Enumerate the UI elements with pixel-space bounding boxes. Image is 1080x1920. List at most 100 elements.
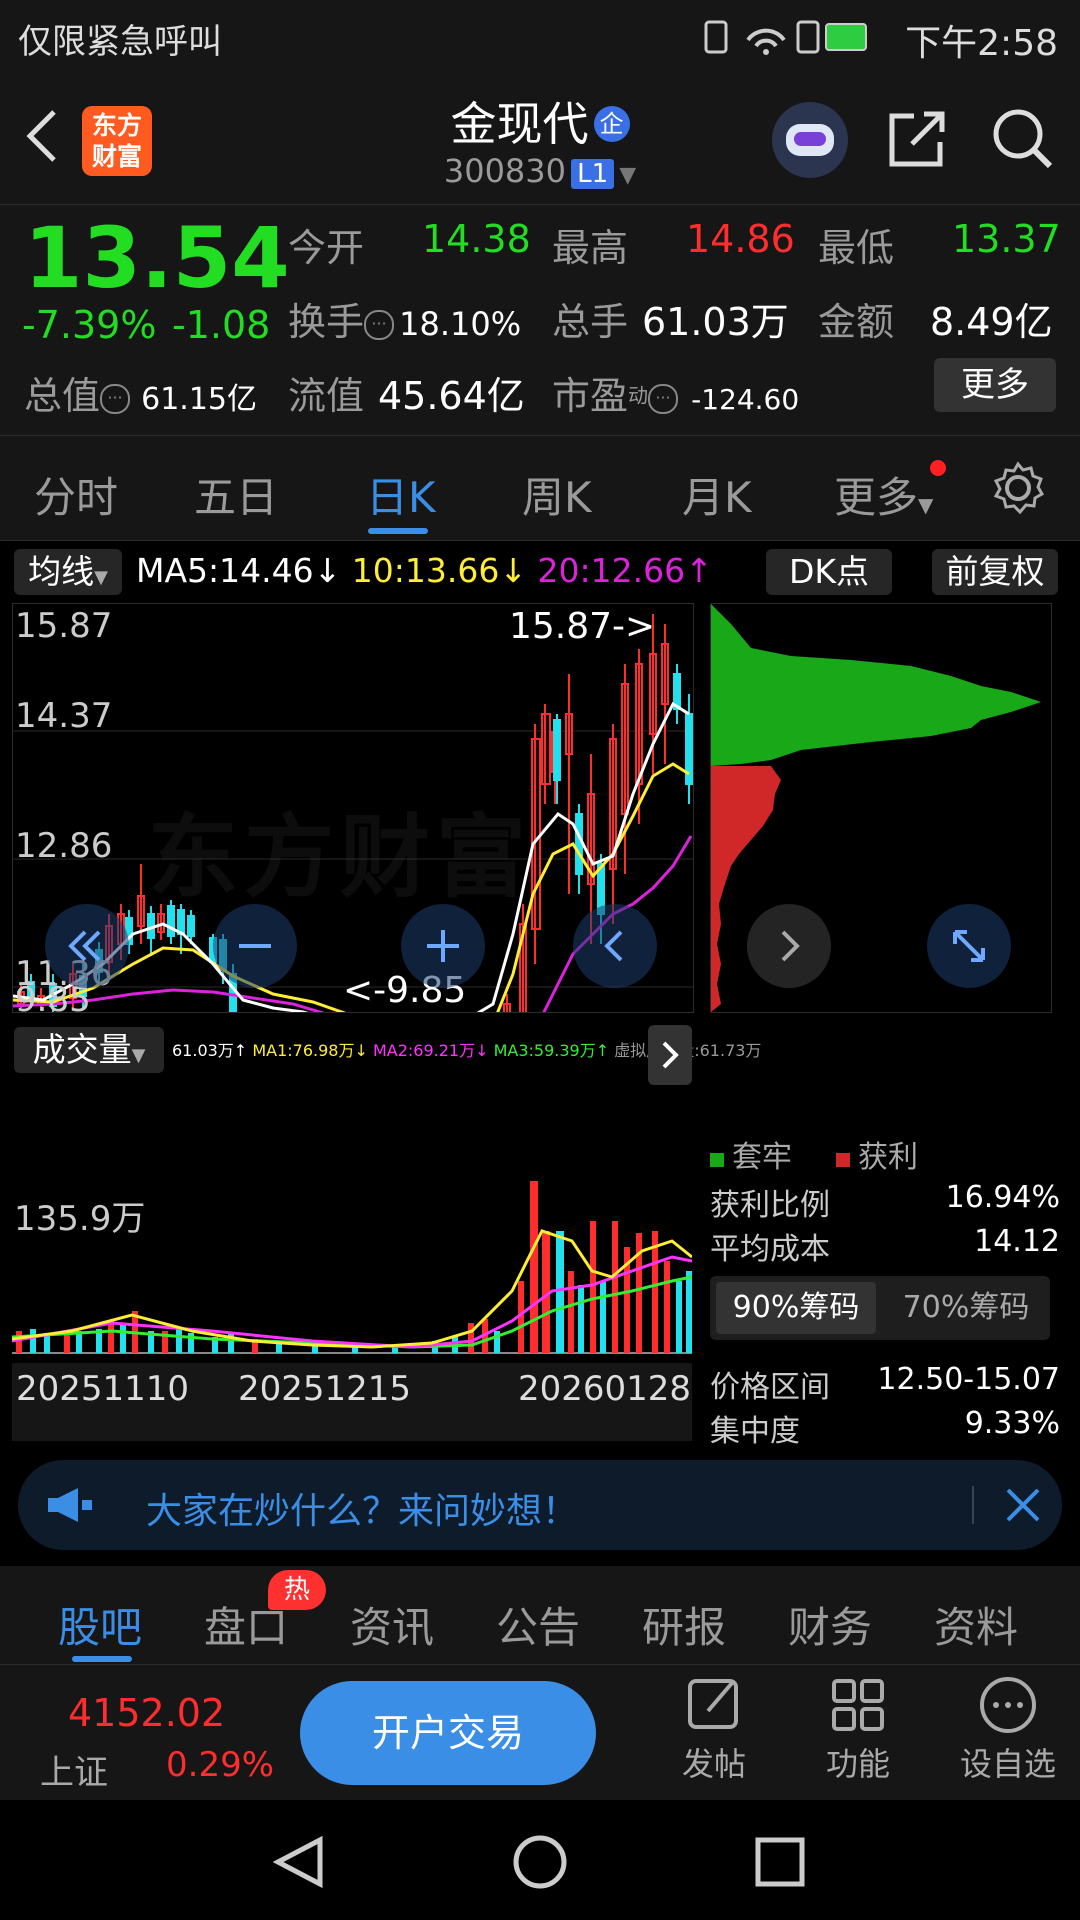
stock-name: 金现代 [450, 97, 589, 151]
pe-label: 市盈 [552, 374, 629, 418]
ma10-label: 10:13.66↓ [351, 551, 528, 590]
zoom-out-button[interactable] [213, 904, 297, 988]
index-value[interactable]: 4152.02 [68, 1691, 225, 1735]
plus-icon [427, 930, 459, 962]
volume-indicator-select[interactable]: 成交量▼ [14, 1027, 164, 1073]
tab-intraday[interactable]: 分时 [34, 464, 118, 525]
tab-monthly-k[interactable]: 月K [682, 464, 752, 525]
y-label-2: 14.37 [15, 696, 113, 736]
chip-info: 套牢 获利 获利比例 16.94% 平均成本 14.12 90%筹码 70%筹码… [710, 1128, 1060, 1458]
status-bar: 仅限紧急呼叫 下午2:58 [0, 0, 1080, 74]
level-dropdown-icon[interactable]: ▼ [619, 163, 636, 188]
index-pct[interactable]: 0.29% [166, 1745, 274, 1785]
ma-select[interactable]: 均线▼ [14, 549, 122, 595]
ma5-label: MA5:14.46↓ [136, 551, 342, 590]
tab-profile[interactable]: 资料 [934, 1594, 1018, 1655]
tab-news[interactable]: 资讯 [350, 1594, 434, 1655]
tab-more[interactable]: 更多▼ [834, 464, 933, 525]
index-name[interactable]: 上证 [40, 1745, 108, 1794]
search-icon[interactable] [988, 104, 1056, 172]
info-icon[interactable]: ··· [100, 384, 131, 414]
stock-code: 300830 [443, 152, 566, 190]
fq-button[interactable]: 前复权 [932, 549, 1058, 595]
chip-tabs: 90%筹码 70%筹码 [710, 1276, 1050, 1340]
content-tabs: 股吧 盘口 热 资讯 公告 研报 财务 资料 [0, 1566, 1080, 1664]
recents-square-icon[interactable] [752, 1834, 808, 1890]
close-icon[interactable] [1002, 1484, 1044, 1526]
expand-icon [953, 930, 985, 962]
back-triangle-icon[interactable] [270, 1834, 330, 1890]
zoom-in-button[interactable] [401, 904, 485, 988]
add-watchlist-label: 设自选 [959, 1745, 1056, 1783]
turnover-value: 18.10% [399, 305, 522, 343]
hot-badge: 热 [268, 1570, 326, 1610]
ma-legend: MA5:14.46↓ 10:13.66↓ 20:12.66↑ [136, 551, 713, 590]
price-range-value: 12.50-15.07 [877, 1362, 1060, 1397]
status-time: 下午2:58 [905, 23, 1058, 64]
period-tabs: 分时 五日 日K 周K 月K 更多▼ [0, 436, 1080, 541]
chip-distribution-panel[interactable] [710, 603, 1052, 1013]
concentration-label: 集中度 [710, 1414, 800, 1449]
ai-question-banner[interactable]: 大家在炒什么？来问妙想！ [18, 1460, 1062, 1550]
pe-sup: 动 [628, 383, 649, 408]
amount-value: 8.49亿 [930, 300, 1053, 344]
dropdown-icon: ▼ [131, 1045, 146, 1066]
high-marker: 15.87-> [509, 606, 656, 647]
grid-icon [832, 1679, 884, 1731]
total-value: 总值 ··· 61.15亿 [24, 365, 257, 420]
tab-finance[interactable]: 财务 [788, 1594, 872, 1655]
tab-five-day[interactable]: 五日 [194, 464, 278, 525]
volume-panel[interactable]: 135.9万 20251110 20251215 20260128 [11, 1181, 693, 1441]
expand-button[interactable] [927, 904, 1011, 988]
date-axis: 20251110 20251215 20260128 [12, 1363, 692, 1441]
share-icon[interactable] [884, 106, 948, 170]
low-label: 最低 [818, 226, 895, 270]
trapped-swatch [710, 1153, 724, 1167]
legend-trapped: 套牢 [710, 1132, 792, 1176]
functions-button[interactable]: 功能 [808, 1675, 908, 1785]
tab-90-chips[interactable]: 90%筹码 [716, 1282, 876, 1334]
trapped-chips-area [711, 604, 1041, 766]
tab-research[interactable]: 研报 [642, 1594, 726, 1655]
float-label: 流值 [288, 374, 365, 418]
chevron-left-icon [604, 930, 623, 962]
double-chevron-left-icon [68, 930, 101, 962]
volume-expand-button[interactable] [648, 1025, 692, 1085]
level-badge: L1 [571, 159, 615, 189]
chip-next-button[interactable] [747, 904, 831, 988]
vol-ma3: MA3:59.39万↑ [493, 1041, 610, 1060]
tab-70-chips[interactable]: 70%筹码 [886, 1282, 1046, 1334]
status-icons [704, 20, 867, 55]
tab-guba[interactable]: 股吧 [58, 1594, 142, 1655]
edit-icon [688, 1679, 738, 1729]
post-button[interactable]: 发帖 [664, 1675, 764, 1785]
tab-daily-k[interactable]: 日K [366, 464, 436, 525]
ma-select-label: 均线 [28, 552, 95, 591]
ai-assistant-icon[interactable] [772, 102, 848, 178]
home-circle-icon[interactable] [510, 1832, 570, 1892]
info-icon[interactable]: ··· [364, 310, 395, 340]
date-label-3: 20260128 [518, 1369, 692, 1409]
info-icon[interactable]: ··· [648, 384, 679, 414]
pe-ratio: 市盈动 ··· -124.60 [552, 365, 799, 420]
ma20-label: 20:12.66↑ [537, 551, 713, 590]
minus-icon [239, 944, 271, 948]
kline-panel[interactable]: 东方财富 15.87 14.37 12.86 9.85 15.87-> <-9.… [12, 603, 694, 1013]
banner-text: 大家在炒什么？来问妙想！ [146, 1491, 579, 1532]
more-quote-button[interactable]: 更多 [934, 358, 1056, 412]
dk-point-button[interactable]: DK点 [766, 549, 892, 595]
open-account-trade-button[interactable]: 开户交易 [300, 1681, 596, 1785]
vol-current: 61.03万↑ [172, 1041, 248, 1060]
volume-value: 61.03万 [642, 300, 789, 344]
tab-announcements[interactable]: 公告 [496, 1594, 580, 1655]
tab-weekly-k[interactable]: 周K [522, 464, 592, 525]
float-value: 45.64亿 [378, 374, 525, 418]
scroll-left-button[interactable] [45, 904, 129, 988]
chevron-right-icon [662, 1041, 679, 1069]
price-range-label: 价格区间 [710, 1370, 830, 1405]
move-left-button[interactable] [573, 904, 657, 988]
add-watchlist-button[interactable]: 设自选 [948, 1675, 1068, 1785]
vol-ma1: MA1:76.98万↓ [252, 1041, 368, 1060]
stock-header: 东方 财富 金现代 企 300830 L1 ▼ [0, 74, 1080, 205]
settings-gear-icon[interactable] [990, 460, 1046, 516]
